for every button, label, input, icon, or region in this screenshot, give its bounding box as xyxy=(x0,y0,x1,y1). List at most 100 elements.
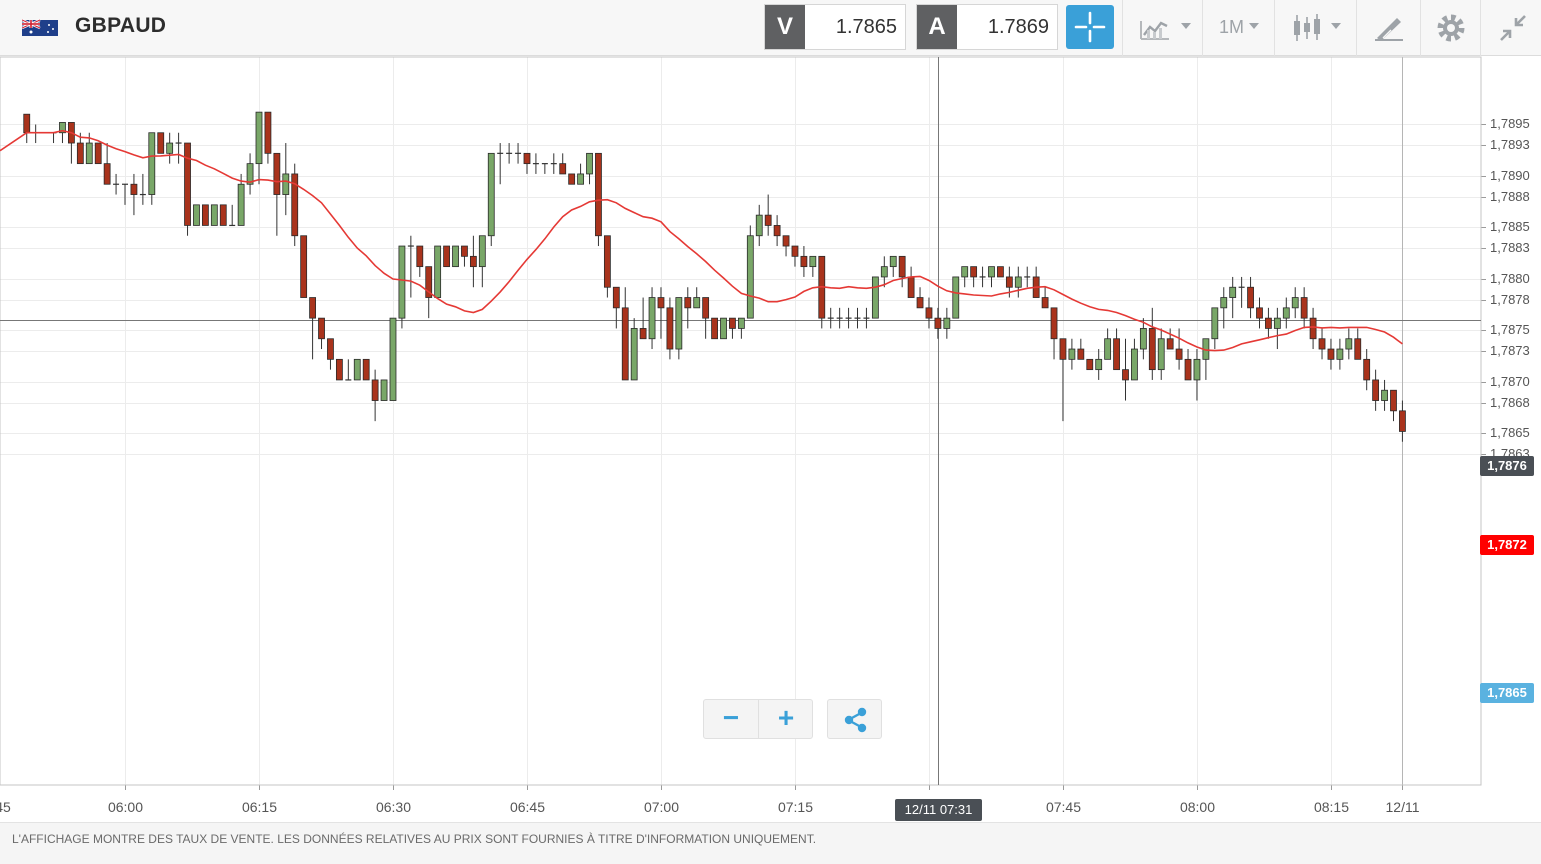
chevron-down-icon xyxy=(1249,23,1259,29)
candle-body xyxy=(85,142,93,165)
candle-body xyxy=(737,317,745,329)
candle xyxy=(1211,307,1219,350)
candle xyxy=(255,111,263,185)
timeframe-selector[interactable]: 1M xyxy=(1202,0,1274,56)
chart-type-selector[interactable] xyxy=(1274,0,1356,56)
buy-price-box[interactable]: A 1.7869 xyxy=(916,4,1058,50)
candle xyxy=(398,245,406,329)
candle-body xyxy=(398,245,406,319)
candle xyxy=(50,132,57,144)
candlestick-series xyxy=(23,111,1406,442)
candle-body xyxy=(943,317,951,329)
candle-body xyxy=(1256,307,1263,319)
candle xyxy=(122,183,128,205)
indicators-button[interactable] xyxy=(1122,0,1202,56)
candle-body xyxy=(1041,297,1049,309)
candle xyxy=(1184,349,1192,381)
candle xyxy=(684,287,692,329)
candle xyxy=(1041,287,1049,309)
candle xyxy=(621,287,629,381)
candle-body xyxy=(907,276,915,298)
candle-body xyxy=(362,358,370,381)
gb-au-flag-icon xyxy=(22,18,58,36)
x-tick-label: 45 xyxy=(0,799,11,815)
x-tick-label: 07:45 xyxy=(1045,799,1082,815)
candle xyxy=(1059,338,1067,422)
chevron-down-icon xyxy=(1181,23,1191,29)
candle-body xyxy=(871,276,879,319)
zoom-in-button[interactable]: + xyxy=(758,700,813,738)
crosshair-button[interactable] xyxy=(1066,5,1114,49)
candle-body xyxy=(318,317,325,340)
candle-body xyxy=(684,297,692,309)
candle xyxy=(1282,297,1290,329)
settings-button[interactable] xyxy=(1420,0,1480,56)
candle xyxy=(1175,328,1183,370)
sell-price-box[interactable]: V 1.7865 xyxy=(764,4,906,50)
candle xyxy=(979,266,986,288)
candle-body xyxy=(157,132,165,154)
candle xyxy=(675,297,683,360)
current-bid-tag: 1,7865 xyxy=(1480,683,1534,703)
candle xyxy=(461,245,468,267)
candle-body xyxy=(1184,358,1192,381)
candle-body xyxy=(327,338,334,360)
candle xyxy=(1202,338,1210,380)
x-tick-label: 06:00 xyxy=(107,799,144,815)
candle-body xyxy=(487,152,495,237)
candle-body xyxy=(782,235,790,247)
candle-body xyxy=(889,255,897,268)
collapse-icon xyxy=(1500,15,1526,41)
candle-body xyxy=(1247,286,1254,309)
candle-body xyxy=(130,183,138,195)
candle xyxy=(1327,338,1335,370)
candle xyxy=(1122,338,1129,401)
candle xyxy=(827,307,834,329)
candle-body xyxy=(1336,348,1344,360)
drawing-tools-button[interactable] xyxy=(1356,0,1420,56)
zoom-out-button[interactable]: − xyxy=(704,700,758,738)
candle-body xyxy=(380,379,388,401)
x-tick-label: 08:15 xyxy=(1313,799,1350,815)
buy-label: A xyxy=(917,5,957,49)
candle-body xyxy=(621,307,629,381)
candle xyxy=(1273,307,1281,350)
candle xyxy=(818,255,826,329)
candle-body xyxy=(23,113,31,134)
share-icon xyxy=(844,707,867,733)
candle xyxy=(791,245,799,267)
candle-body xyxy=(568,173,576,185)
candle-body xyxy=(1139,328,1147,350)
candle-body xyxy=(603,235,611,288)
candlestick-icon xyxy=(1294,14,1320,41)
candle xyxy=(68,122,75,164)
candle xyxy=(229,204,236,227)
candle-body xyxy=(880,266,888,278)
drawing-pen-icon xyxy=(1375,18,1403,41)
share-button[interactable] xyxy=(827,699,882,739)
candle xyxy=(1014,266,1022,298)
candle-body xyxy=(934,317,942,329)
candle-body xyxy=(335,358,343,381)
y-tick-label: 1,7888 xyxy=(1490,188,1530,204)
candle-body xyxy=(1175,348,1183,360)
candle xyxy=(898,255,906,288)
candle-body xyxy=(416,245,424,268)
candle xyxy=(32,124,39,144)
candle xyxy=(515,143,522,164)
candle xyxy=(59,122,66,144)
candle xyxy=(1381,379,1388,411)
candle xyxy=(246,153,254,195)
plot-frame xyxy=(0,56,1482,786)
instrument-symbol: GBPAUD xyxy=(75,14,167,37)
candle xyxy=(836,307,843,329)
y-tick-label: 1,7865 xyxy=(1490,424,1530,440)
candle xyxy=(997,266,1004,278)
x-tick-label: 07:15 xyxy=(777,799,814,815)
collapse-button[interactable] xyxy=(1480,0,1541,56)
candle-body xyxy=(478,235,486,268)
candle xyxy=(1336,338,1344,370)
candle xyxy=(139,173,146,205)
candle xyxy=(1131,338,1138,381)
candle-body xyxy=(997,266,1004,278)
